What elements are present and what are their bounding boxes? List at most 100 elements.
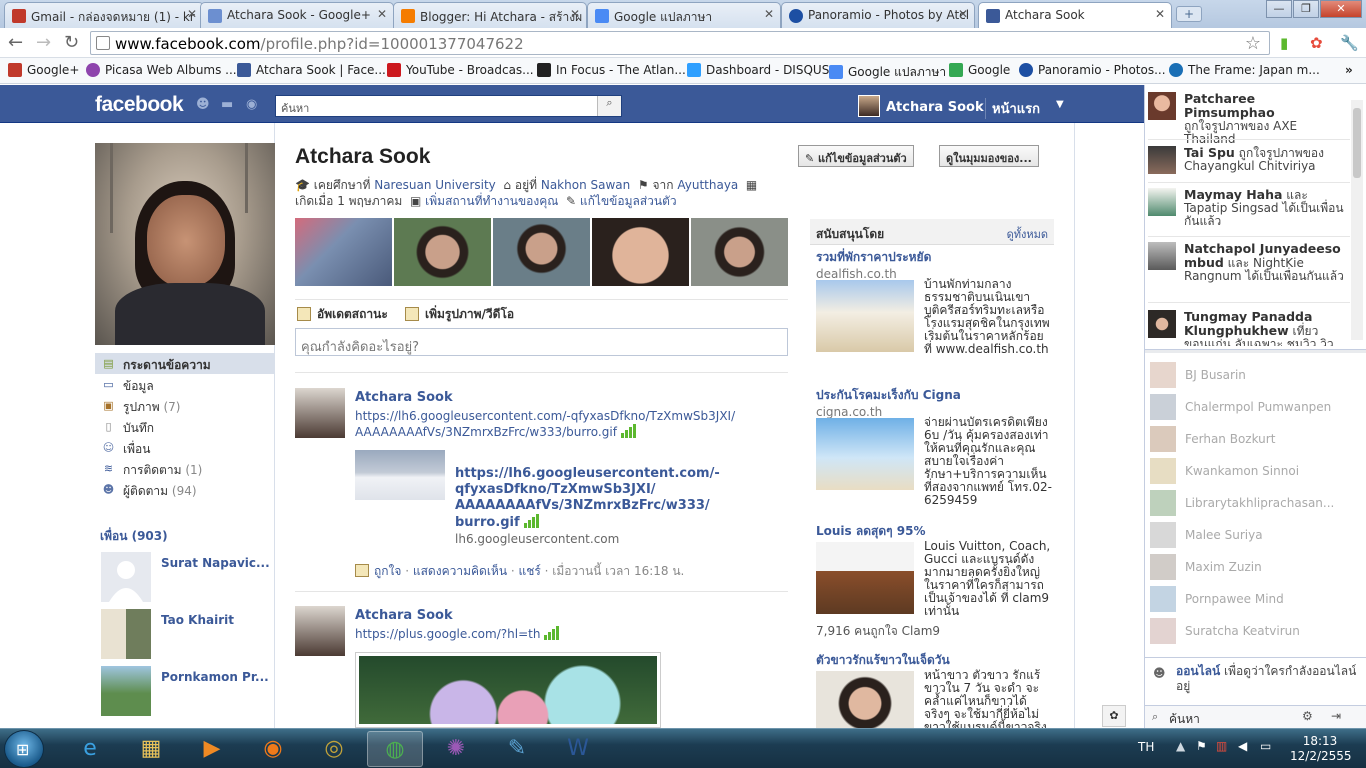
post-author[interactable]: Atchara Sook	[355, 390, 453, 405]
close-icon[interactable]: ✕	[187, 7, 197, 21]
tab-update-status[interactable]: อัพเดตสถานะ	[297, 305, 388, 324]
profile-nav-item[interactable]: ▯ บันทึก	[95, 416, 274, 437]
browser-tab-googleplus[interactable]: Atchara Sook - Google+ ✕	[200, 2, 394, 28]
edit-info-link[interactable]: แก้ไขข้อมูลส่วนตัว	[580, 194, 677, 208]
ad-image[interactable]	[816, 418, 914, 490]
firefox-icon[interactable]: ◉	[245, 731, 301, 767]
bookmark-picasa[interactable]: Picasa Web Albums ...	[86, 63, 237, 77]
ie-icon[interactable]: e	[62, 731, 118, 767]
ticker-item[interactable]: Maymay Haha และ Tapatip Singsad ได้เป็นเ…	[1148, 182, 1348, 234]
bookmark-facebook[interactable]: Atchara Sook | Face...	[237, 63, 386, 77]
profile-picture[interactable]	[95, 143, 275, 345]
bookmark-youtube[interactable]: YouTube - Broadcas...	[387, 63, 534, 77]
facebook-logo[interactable]: facebook	[95, 93, 184, 117]
profile-nav-item[interactable]: ▤ กระดานข้อความ	[95, 353, 274, 374]
notifications-icon[interactable]: ◉	[246, 97, 262, 112]
recent-photo[interactable]	[493, 218, 590, 286]
paint-icon[interactable]: ✎	[489, 731, 545, 767]
chat-friend[interactable]: Pornpawee Mind	[1148, 584, 1348, 612]
messages-icon[interactable]: ▬	[221, 97, 237, 112]
signal-extension-icon[interactable]: ▮	[1280, 34, 1288, 52]
back-button[interactable]: ←	[8, 32, 23, 53]
ad-image[interactable]	[816, 671, 914, 728]
chrome-icon[interactable]: ◍	[367, 731, 423, 767]
search-icon[interactable]: ⌕	[597, 96, 621, 116]
profile-nav-item[interactable]: ☺ เพื่อน	[95, 437, 274, 458]
ticker-scrollbar[interactable]	[1351, 100, 1363, 340]
city-link[interactable]: Nakhon Sawan	[541, 178, 630, 192]
chat-friend[interactable]: Librarytakhliprachasan...	[1148, 488, 1348, 516]
ticker-item[interactable]: Natchapol Junyadeeso mbud และ NightKie R…	[1148, 236, 1348, 302]
profile-nav-item[interactable]: ☻ ผู้ติดตาม (94)	[95, 479, 274, 500]
chat-friend[interactable]: Maxim Zuzin	[1148, 552, 1348, 580]
media-player-icon[interactable]: ▶	[184, 731, 240, 767]
post-link[interactable]: https://plus.google.com/?hl=th	[355, 626, 560, 644]
bookmark-google[interactable]: Google	[949, 63, 1010, 77]
status-input[interactable]: คุณกำลังคิดอะไรอยู่?	[295, 328, 788, 356]
explorer-icon[interactable]: ▦	[123, 731, 179, 767]
browser-tab-blogger[interactable]: Blogger: Hi Atchara - สร้างผ ✕	[393, 2, 587, 28]
ticker-item[interactable]: Patcharee Pimsumphao ถูกใจรูปภาพของ AXE T…	[1148, 86, 1348, 146]
view-as-button[interactable]: ดูในมุมมองของ...	[939, 145, 1039, 167]
flag-icon[interactable]: ⚑	[1196, 739, 1207, 753]
bookmarks-overflow-button[interactable]: »	[1345, 63, 1353, 77]
word-icon[interactable]: W	[550, 731, 606, 767]
ticker-item[interactable]: Tai Spu ถูกใจรูปภาพของ Chayangkul Chitvi…	[1148, 140, 1348, 185]
chat-friend[interactable]: Ferhan Bozkurt	[1148, 424, 1348, 452]
flower-extension-icon[interactable]: ✿	[1102, 705, 1126, 727]
friend-requests-icon[interactable]: ☻	[196, 97, 212, 112]
search-input[interactable]: ค้นหา ⌕	[275, 95, 622, 117]
school-link[interactable]: Naresuan University	[374, 178, 496, 192]
go-online-link[interactable]: ออนไลน์	[1176, 664, 1220, 678]
avatar[interactable]	[295, 388, 345, 438]
edit-profile-button[interactable]: ✎ แก้ไขข้อมูลส่วนตัว	[798, 145, 914, 167]
reload-button[interactable]: ↻	[64, 32, 79, 53]
ticker-item[interactable]: Tungmay Panadda Klungphukhew เที่ยวขอนแก…	[1148, 304, 1348, 346]
gear-icon[interactable]: ⚙	[1302, 709, 1313, 723]
bookmark-star-icon[interactable]: ☆	[1245, 33, 1261, 54]
close-icon[interactable]: ✕	[1155, 7, 1165, 21]
home-link[interactable]: หน้าแรก	[985, 98, 1040, 119]
language-indicator[interactable]: TH	[1138, 740, 1154, 754]
friend-item[interactable]: Tao Khairit	[101, 609, 271, 661]
maximize-button[interactable]: ❐	[1293, 0, 1319, 18]
bookmark-panoramio[interactable]: Panoramio - Photos...	[1019, 63, 1166, 77]
start-button[interactable]: ⊞	[4, 730, 44, 768]
bookmark-infocus[interactable]: In Focus - The Atlan...	[537, 63, 686, 77]
add-work-link[interactable]: เพิ่มสถานที่ทำงานของคุณ	[425, 194, 558, 208]
extension-icon[interactable]: ✿	[1310, 34, 1323, 52]
bookmark-theframe[interactable]: The Frame: Japan m...	[1169, 63, 1320, 77]
bookmark-googleplus[interactable]: Google+	[8, 63, 79, 77]
winamp-icon[interactable]: ◎	[306, 731, 362, 767]
bookmark-disqus[interactable]: Dashboard - DISQUS	[687, 63, 829, 77]
ad-image[interactable]	[816, 542, 914, 614]
close-icon[interactable]: ✕	[764, 7, 774, 21]
popout-icon[interactable]: ⇥	[1331, 709, 1341, 723]
wrench-icon[interactable]: 🔧	[1340, 34, 1359, 52]
chat-friend[interactable]: Chalermpol Pumwanpen	[1148, 392, 1348, 420]
friend-item[interactable]: Pornkamon Pr...	[101, 666, 271, 718]
see-all-link[interactable]: ดูทั้งหมด	[1007, 225, 1048, 243]
new-tab-button[interactable]: +	[1176, 6, 1202, 22]
profile-link[interactable]: Atchara Sook	[858, 95, 984, 117]
forward-button[interactable]: →	[36, 32, 51, 53]
ad-title[interactable]: รวมที่พักราคาประหยัด	[816, 248, 1052, 267]
chat-friend[interactable]: Kwankamon Sinnoi	[1148, 456, 1348, 484]
attachment-title[interactable]: https://lh6.googleusercontent.com/- qfyx…	[455, 466, 775, 533]
chat-friend[interactable]: Suratcha Keatvirun	[1148, 616, 1348, 644]
close-icon[interactable]: ✕	[377, 7, 387, 21]
friends-heading[interactable]: เพื่อน (903)	[100, 527, 168, 546]
browser-tab-gmail[interactable]: Gmail - กล่องจดหมาย (1) - kr ✕	[4, 2, 204, 28]
ad-item[interactable]: ประกันโรคมะเร็งกับ Cigna cigna.co.th จ่า…	[816, 386, 1052, 516]
chat-search-input[interactable]: ⌕ ค้นหา ⚙ ⇥	[1145, 705, 1366, 728]
scrollbar-thumb[interactable]	[1353, 108, 1361, 178]
account-dropdown-icon[interactable]: ▼	[1056, 99, 1064, 110]
profile-nav-item[interactable]: ▭ ข้อมูล	[95, 374, 274, 395]
recent-photo[interactable]	[592, 218, 689, 286]
picasa-icon[interactable]: ✺	[428, 731, 484, 767]
profile-nav-item[interactable]: ▣ รูปภาพ (7)	[95, 395, 274, 416]
share-link[interactable]: แชร์	[519, 564, 541, 578]
ad-image[interactable]	[816, 280, 914, 352]
post-author[interactable]: Atchara Sook	[355, 608, 453, 623]
hometown-link[interactable]: Ayutthaya	[677, 178, 738, 192]
